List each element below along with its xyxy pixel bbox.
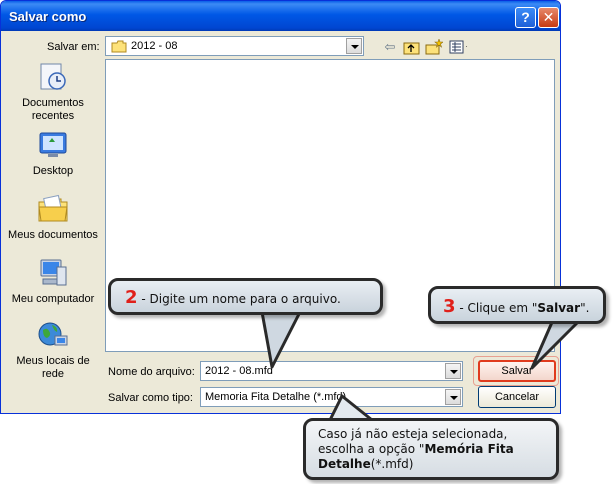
step-number: 3: [443, 296, 456, 317]
callout-pointers: [260, 310, 582, 422]
callout-text: (*.mfd): [370, 457, 414, 471]
callout-bold: Salvar: [537, 301, 581, 315]
step-number: 2: [125, 287, 138, 308]
callout-text: ".: [580, 301, 590, 315]
callout-step-2: 2 - Digite um nome para o arquivo.: [108, 278, 383, 315]
callout-text: - Clique em ": [455, 301, 538, 315]
callout-file-type: Caso já não esteja selecionada, escolha …: [303, 418, 559, 480]
callout-text: - Digite um nome para o arquivo.: [137, 292, 341, 306]
callout-step-3: 3 - Clique em "Salvar".: [428, 286, 606, 324]
